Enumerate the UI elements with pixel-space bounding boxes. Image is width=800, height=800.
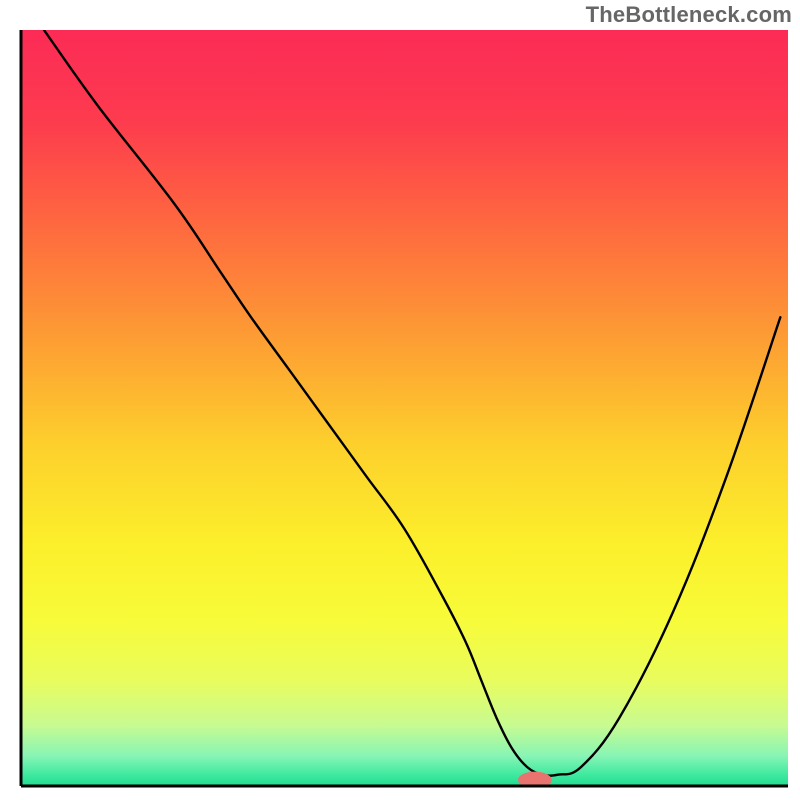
plot-background (21, 30, 788, 786)
chart-svg (0, 0, 800, 800)
chart-container: { "watermark": "TheBottleneck.com", "cha… (0, 0, 800, 800)
watermark-text: TheBottleneck.com (586, 2, 792, 28)
